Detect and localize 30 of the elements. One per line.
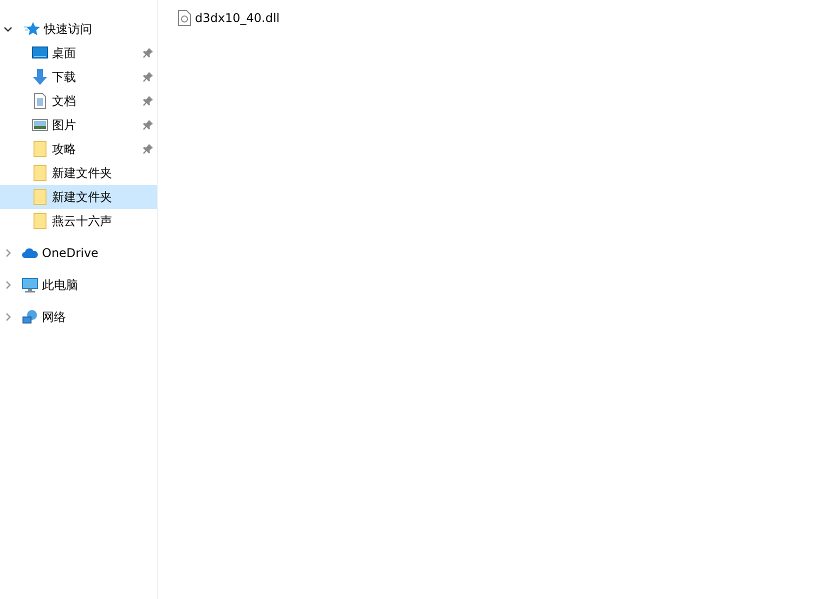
pin-icon[interactable]: [143, 144, 153, 154]
tree-item[interactable]: OneDrive: [0, 241, 157, 265]
document-icon: [32, 93, 48, 109]
tree-item[interactable]: 燕云十六声: [0, 209, 157, 233]
tree-item[interactable]: 下载: [0, 65, 157, 89]
tree-item[interactable]: 攻略: [0, 137, 157, 161]
tree-item[interactable]: 网络: [0, 305, 157, 329]
pin-icon[interactable]: [143, 72, 153, 82]
tree-item[interactable]: 图片: [0, 113, 157, 137]
download-arrow-icon: [32, 69, 48, 85]
desktop-icon: [32, 45, 48, 61]
tree-item[interactable]: 新建文件夹: [0, 185, 157, 209]
pin-icon[interactable]: [143, 48, 153, 58]
tree-item[interactable]: 此电脑: [0, 273, 157, 297]
folder-icon: [32, 165, 48, 181]
folder-icon: [32, 141, 48, 157]
pin-icon[interactable]: [143, 120, 153, 130]
tree-item[interactable]: 快速访问: [0, 17, 157, 41]
tree-item[interactable]: 桌面: [0, 41, 157, 65]
file-icon: [178, 10, 191, 26]
file-item[interactable]: d3dx10_40.dll: [178, 7, 833, 29]
network-icon: [22, 309, 38, 325]
folder-icon: [32, 213, 48, 229]
folder-icon: [32, 189, 48, 205]
picture-icon: [32, 117, 48, 133]
computer-icon: [22, 277, 38, 293]
tree-item[interactable]: 文档: [0, 89, 157, 113]
tree-item[interactable]: 新建文件夹: [0, 161, 157, 185]
pin-icon[interactable]: [143, 96, 153, 106]
star-icon: [24, 21, 40, 37]
